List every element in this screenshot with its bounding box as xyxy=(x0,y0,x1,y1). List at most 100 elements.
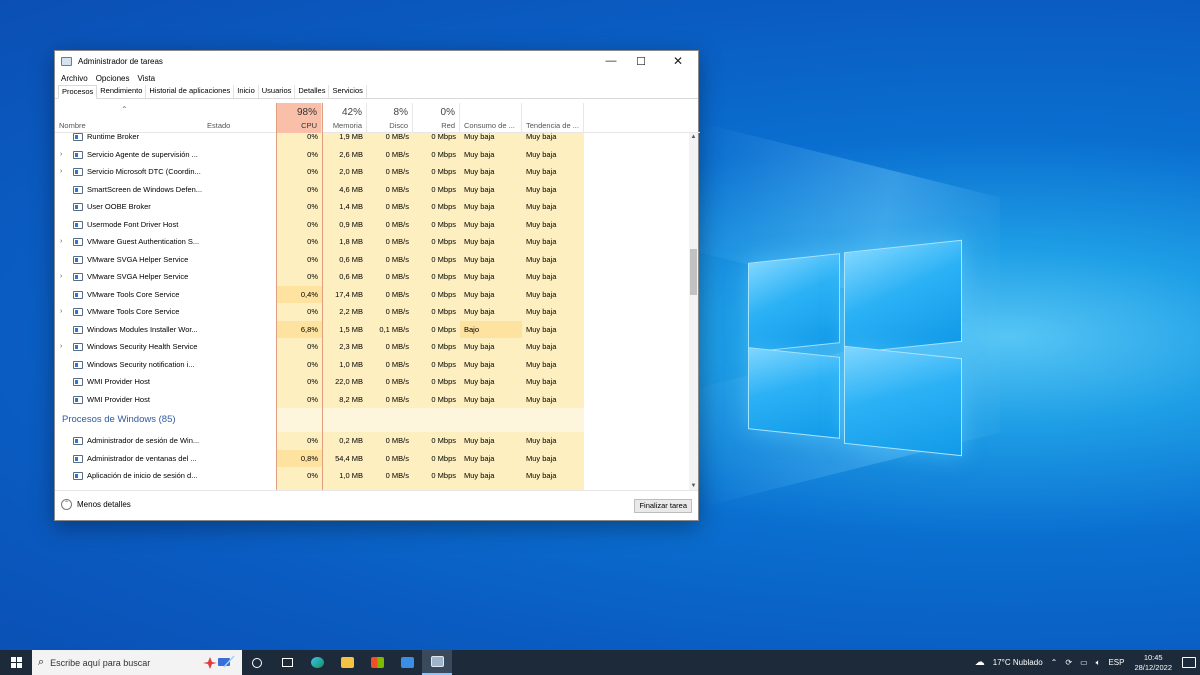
tab-usuarios[interactable]: Usuarios xyxy=(259,85,296,98)
cpu-cell: 0,4% xyxy=(277,285,322,303)
process-row[interactable]: Runtime Broker 0% 1,9 MB 0 MB/s 0 Mbps Muy ba… xyxy=(55,133,691,146)
column-name[interactable]: ⌃ Nombre xyxy=(55,103,203,133)
network-cell: 0 Mbps xyxy=(413,432,460,450)
close-button[interactable]: ✕ xyxy=(658,51,698,71)
windows-logo-icon xyxy=(10,657,22,668)
process-row[interactable]: › Servicio Agente de supervisión ... 0% 2,6… xyxy=(55,145,691,164)
network-icon[interactable]: ▭ xyxy=(1080,658,1088,667)
column-trend[interactable]: Tendencia de ... xyxy=(522,103,584,133)
network-cell: 0 Mbps xyxy=(413,285,460,303)
process-row[interactable]: › Servicio Microsoft DTC (Coordin... 0% 2,0… xyxy=(55,163,691,181)
menu-opciones[interactable]: Opciones xyxy=(94,74,132,83)
process-icon xyxy=(73,395,83,404)
group-title: Procesos de Windows (85) xyxy=(62,414,176,425)
process-row[interactable]: SmartScreen de Windows Defen... 0% 4,6 MB 0… xyxy=(55,180,691,198)
maximize-button[interactable]: ☐ xyxy=(626,51,656,71)
notification-center-icon[interactable] xyxy=(1182,657,1196,668)
tab-detalles[interactable]: Detalles xyxy=(295,85,330,98)
edge-browser-icon[interactable] xyxy=(302,650,332,675)
scrollbar-thumb[interactable] xyxy=(690,249,697,295)
column-network[interactable]: 0% Red xyxy=(413,103,460,133)
minimize-button[interactable]: — xyxy=(596,51,626,71)
column-status[interactable]: Estado xyxy=(203,103,277,133)
volume-icon[interactable]: 🔈︎ xyxy=(1096,658,1101,668)
network-cell: 0 Mbps xyxy=(413,180,460,198)
tab-procesos[interactable]: Procesos xyxy=(58,85,98,99)
expand-chevron-icon[interactable]: › xyxy=(60,268,62,286)
process-icon xyxy=(73,185,83,194)
expand-chevron-icon[interactable]: › xyxy=(60,163,62,181)
tab-rendimiento[interactable]: Rendimiento xyxy=(97,85,147,98)
memory-cell: 17,4 MB xyxy=(322,285,367,303)
menu-vista[interactable]: Vista xyxy=(135,74,157,83)
process-row[interactable]: WMI Provider Host 0% 22,0 MB 0 MB/s 0 Mbps Mu… xyxy=(55,373,691,391)
trend-cell: Muy baja xyxy=(522,250,584,268)
process-row[interactable]: Administrador de sesión de Win... 0% 0,2 M… xyxy=(55,432,691,450)
weather-icon[interactable]: ☁ xyxy=(975,657,985,668)
sync-icon[interactable]: ⟳ xyxy=(1065,658,1072,667)
process-row[interactable]: VMware SVGA Helper Service 0% 0,6 MB 0 MB/s… xyxy=(55,250,691,268)
expand-chevron-icon[interactable]: › xyxy=(60,303,62,321)
process-row[interactable]: Usermode Font Driver Host 0% 0,9 MB 0 MB/s 0… xyxy=(55,215,691,233)
trend-cell: Muy baja xyxy=(522,233,584,251)
column-cpu[interactable]: 98% CPU xyxy=(277,103,322,133)
process-icon xyxy=(73,220,83,229)
group-disk-fill xyxy=(367,408,413,432)
process-row[interactable]: › VMware Guest Authentication S... 0% 1,8 M… xyxy=(55,233,691,251)
group-header[interactable]: Procesos de Windows (85) xyxy=(55,408,691,432)
trend-cell: Muy baja xyxy=(522,432,584,450)
process-icon xyxy=(73,378,83,386)
process-row[interactable]: User OOBE Broker 0% 1,4 MB 0 MB/s 0 Mbps Muy … xyxy=(55,198,691,216)
process-icon xyxy=(73,360,83,369)
clock[interactable]: 10:45 28/12/2022 xyxy=(1134,653,1172,673)
process-row[interactable]: › VMware Tools Core Service 0% 2,2 MB 0 MB/s… xyxy=(55,303,691,321)
expand-chevron-icon[interactable]: › xyxy=(60,233,62,251)
process-row[interactable]: WMI Provider Host 0% 8,2 MB 0 MB/s 0 Mbps Muy… xyxy=(55,390,691,408)
column-name-label: Nombre xyxy=(59,121,86,130)
process-row[interactable]: Aplicación de inicio de sesión d... 0% 1,0… xyxy=(55,467,691,485)
task-view-icon[interactable] xyxy=(272,650,302,675)
task-manager-taskbar-icon[interactable] xyxy=(422,650,452,675)
trend-cell: Muy baja xyxy=(522,268,584,286)
power-cell: Muy baja xyxy=(460,268,522,286)
weather-label[interactable]: 17°C Nublado xyxy=(993,658,1043,667)
language-indicator[interactable]: ESP xyxy=(1108,658,1124,667)
column-disk[interactable]: 8% Disco xyxy=(367,103,413,133)
title-bar[interactable]: Administrador de tareas — ☐ ✕ xyxy=(55,51,698,71)
process-row[interactable]: › Windows Security Health Service 0% 2,3 MB… xyxy=(55,338,691,356)
column-memory[interactable]: 42% Memoria xyxy=(322,103,367,133)
process-name: Servicio Microsoft DTC (Coordin... xyxy=(87,167,201,176)
vertical-scrollbar[interactable]: ▲ ▼ xyxy=(689,133,698,491)
less-details-button[interactable]: ⌃ Menos detalles xyxy=(61,499,131,510)
start-button[interactable] xyxy=(0,650,32,675)
microsoft-store-icon[interactable] xyxy=(362,650,392,675)
column-status-label: Estado xyxy=(207,121,231,130)
file-explorer-icon[interactable] xyxy=(332,650,362,675)
scroll-up-icon[interactable]: ▲ xyxy=(689,133,698,142)
column-cpu-label: CPU xyxy=(301,121,317,130)
process-row[interactable]: Administrador de ventanas del ... 0,8% 54,… xyxy=(55,449,691,467)
chevron-up-icon[interactable]: ⌃ xyxy=(1051,658,1058,667)
process-row[interactable]: VMware Tools Core Service 0,4% 17,4 MB 0 MB… xyxy=(55,285,691,303)
process-row[interactable]: Windows Security notification i... 0% 1,0 … xyxy=(55,355,691,373)
disk-cell: 0 MB/s xyxy=(367,268,413,286)
end-task-button[interactable]: Finalizar tarea xyxy=(634,499,692,513)
process-icon xyxy=(73,255,83,264)
expand-chevron-icon[interactable]: › xyxy=(60,146,62,164)
tab-servicios[interactable]: Servicios xyxy=(329,85,367,98)
process-row[interactable]: Windows Modules Installer Wor... 6,8% 1,5 … xyxy=(55,320,691,338)
cortana-icon[interactable] xyxy=(242,650,272,675)
disk-cell: 0 MB/s xyxy=(367,285,413,303)
process-row[interactable]: › VMware SVGA Helper Service 0% 0,6 MB 0 MB/… xyxy=(55,268,691,286)
tab-historial[interactable]: Historial de aplicaciones xyxy=(146,85,235,98)
power-cell: Bajo xyxy=(460,320,522,338)
disk-cell: 0 MB/s xyxy=(367,303,413,321)
tab-inicio[interactable]: Inicio xyxy=(234,85,259,98)
column-power[interactable]: Consumo de ... xyxy=(460,103,522,133)
expand-chevron-icon[interactable]: › xyxy=(60,338,62,356)
taskbar-search-box[interactable]: ⌕ Escribe aquí para buscar xyxy=(32,650,242,675)
process-name: VMware SVGA Helper Service xyxy=(87,254,189,264)
mail-icon[interactable] xyxy=(392,650,422,675)
trend-cell: Muy baja xyxy=(522,373,584,391)
menu-archivo[interactable]: Archivo xyxy=(59,74,90,83)
